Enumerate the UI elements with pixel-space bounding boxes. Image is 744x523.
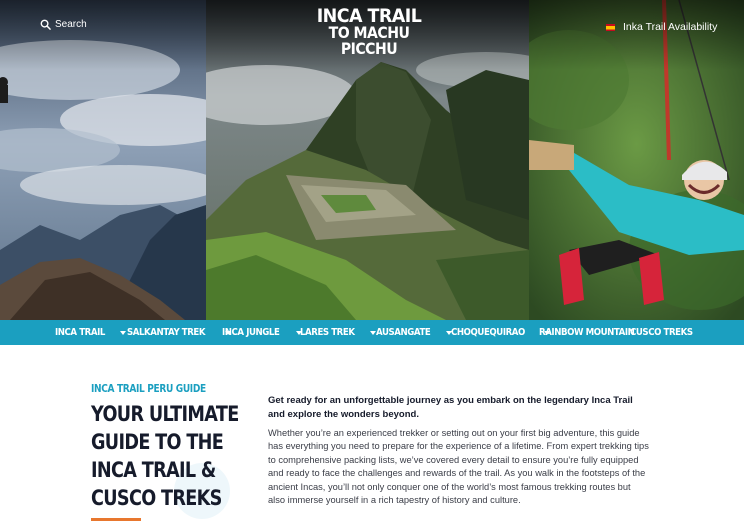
nav-item-label: LARES TREK xyxy=(300,327,355,338)
nav-item-inca-jungle[interactable]: INCA JUNGLE xyxy=(222,320,302,345)
search-icon xyxy=(40,19,51,30)
title-line: YOUR ULTIMATE xyxy=(91,402,239,426)
hero-banner: Search INCA TRAIL TO MACHU PICCHU Inka T… xyxy=(0,0,744,320)
nav-item-cusco-treks[interactable]: CUSCO TREKS xyxy=(630,320,703,345)
nav-item-label: CUSCO TREKS xyxy=(630,327,693,338)
logo-line-2: TO MACHU PICCHU xyxy=(328,23,410,58)
nav-item-salkantay-trek[interactable]: SALKANTAY TREK xyxy=(127,320,231,345)
nav-item-choquequirao[interactable]: CHOQUEQUIRAO xyxy=(451,320,550,345)
intro-lead-paragraph: Get ready for an unforgettable journey a… xyxy=(268,395,633,420)
main-nav: INCA TRAIL SALKANTAY TREK INCA JUNGLE LA… xyxy=(0,320,744,345)
nav-item-label: INCA JUNGLE xyxy=(222,327,280,338)
caret-down-icon xyxy=(120,330,127,335)
nav-item-label: SALKANTAY TREK xyxy=(127,327,206,338)
search-button[interactable]: Search xyxy=(40,19,87,30)
search-label: Search xyxy=(55,19,87,30)
title-line: CUSCO TREKS xyxy=(91,486,222,510)
nav-item-inca-trail[interactable]: INCA TRAIL xyxy=(55,320,127,345)
nav-item-label: AUSANGATE xyxy=(376,327,431,338)
title-line: GUIDE TO THE xyxy=(91,430,224,454)
nav-item-ausangate[interactable]: AUSANGATE xyxy=(376,320,453,345)
site-logo[interactable]: INCA TRAIL TO MACHU PICCHU xyxy=(296,6,442,58)
page-title: YOUR ULTIMATE GUIDE TO THE INCA TRAIL & … xyxy=(91,400,241,512)
nav-item-label: RAINBOW MOUNTAIN xyxy=(539,327,635,338)
title-line: INCA TRAIL & xyxy=(91,458,216,482)
hero-image-zipline xyxy=(529,0,744,320)
spain-flag-icon xyxy=(606,23,615,31)
hero-image-mountain-ridge xyxy=(0,0,206,320)
title-accent-underline xyxy=(91,518,141,521)
section-eyebrow: INCA TRAIL PERU GUIDE xyxy=(91,383,206,395)
nav-item-label: INCA TRAIL xyxy=(55,327,105,338)
intro-body-paragraph: Whether you’re an experienced trekker or… xyxy=(268,428,649,506)
nav-item-lares-trek[interactable]: LARES TREK xyxy=(300,320,377,345)
nav-item-label: CHOQUEQUIRAO xyxy=(451,327,525,338)
availability-label: Inka Trail Availability xyxy=(623,21,718,33)
availability-link[interactable]: Inka Trail Availability xyxy=(606,21,717,33)
